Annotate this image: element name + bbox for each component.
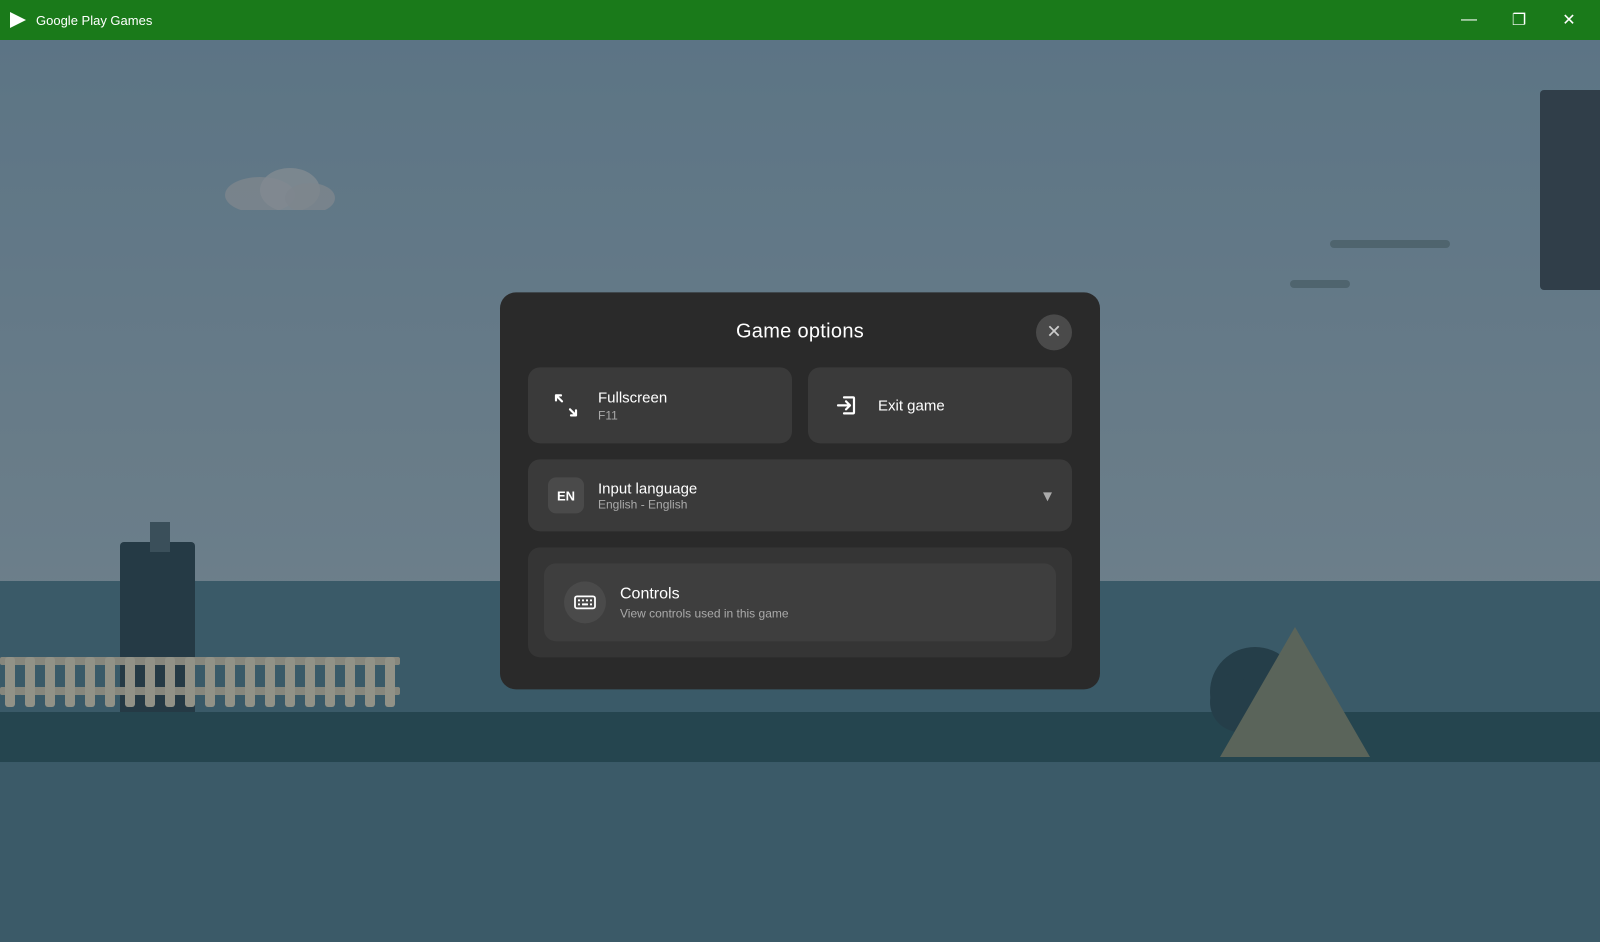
fullscreen-button[interactable]: Fullscreen F11 [528,367,792,443]
titlebar-left: Google Play Games [8,10,152,30]
modal-header: Game options ✕ [528,320,1072,343]
top-buttons-row: Fullscreen F11 Exit game [528,367,1072,443]
minimize-button[interactable]: — [1446,0,1492,40]
language-value: English - English [598,497,1029,511]
fullscreen-label: Fullscreen [598,389,667,406]
chevron-down-icon: ▾ [1043,485,1052,506]
app-title: Google Play Games [36,13,152,28]
maximize-button[interactable]: ❐ [1496,0,1542,40]
controls-label: Controls [620,585,789,603]
language-badge: EN [548,477,584,513]
modal-title: Game options [736,320,864,343]
exit-game-text-group: Exit game [878,397,945,414]
close-button[interactable]: ✕ [1546,0,1592,40]
app-icon [8,10,28,30]
fullscreen-icon [548,387,584,423]
controls-description: View controls used in this game [620,606,789,620]
exit-game-button[interactable]: Exit game [808,367,1072,443]
fullscreen-shortcut: F11 [598,408,667,422]
exit-icon [828,387,864,423]
controls-section: Controls View controls used in this game [528,547,1072,657]
input-language-dropdown[interactable]: EN Input language English - English ▾ [528,459,1072,531]
game-options-modal: Game options ✕ Fullscreen F11 [500,292,1100,689]
fullscreen-text-group: Fullscreen F11 [598,389,667,422]
controls-button[interactable]: Controls View controls used in this game [544,563,1056,641]
language-text-group: Input language English - English [598,480,1029,511]
language-label: Input language [598,480,1029,497]
controls-text-group: Controls View controls used in this game [620,585,789,620]
titlebar-controls: — ❐ ✕ [1446,0,1592,40]
exit-game-label: Exit game [878,397,945,414]
titlebar: Google Play Games — ❐ ✕ [0,0,1600,40]
modal-close-button[interactable]: ✕ [1036,314,1072,350]
controls-icon [564,581,606,623]
